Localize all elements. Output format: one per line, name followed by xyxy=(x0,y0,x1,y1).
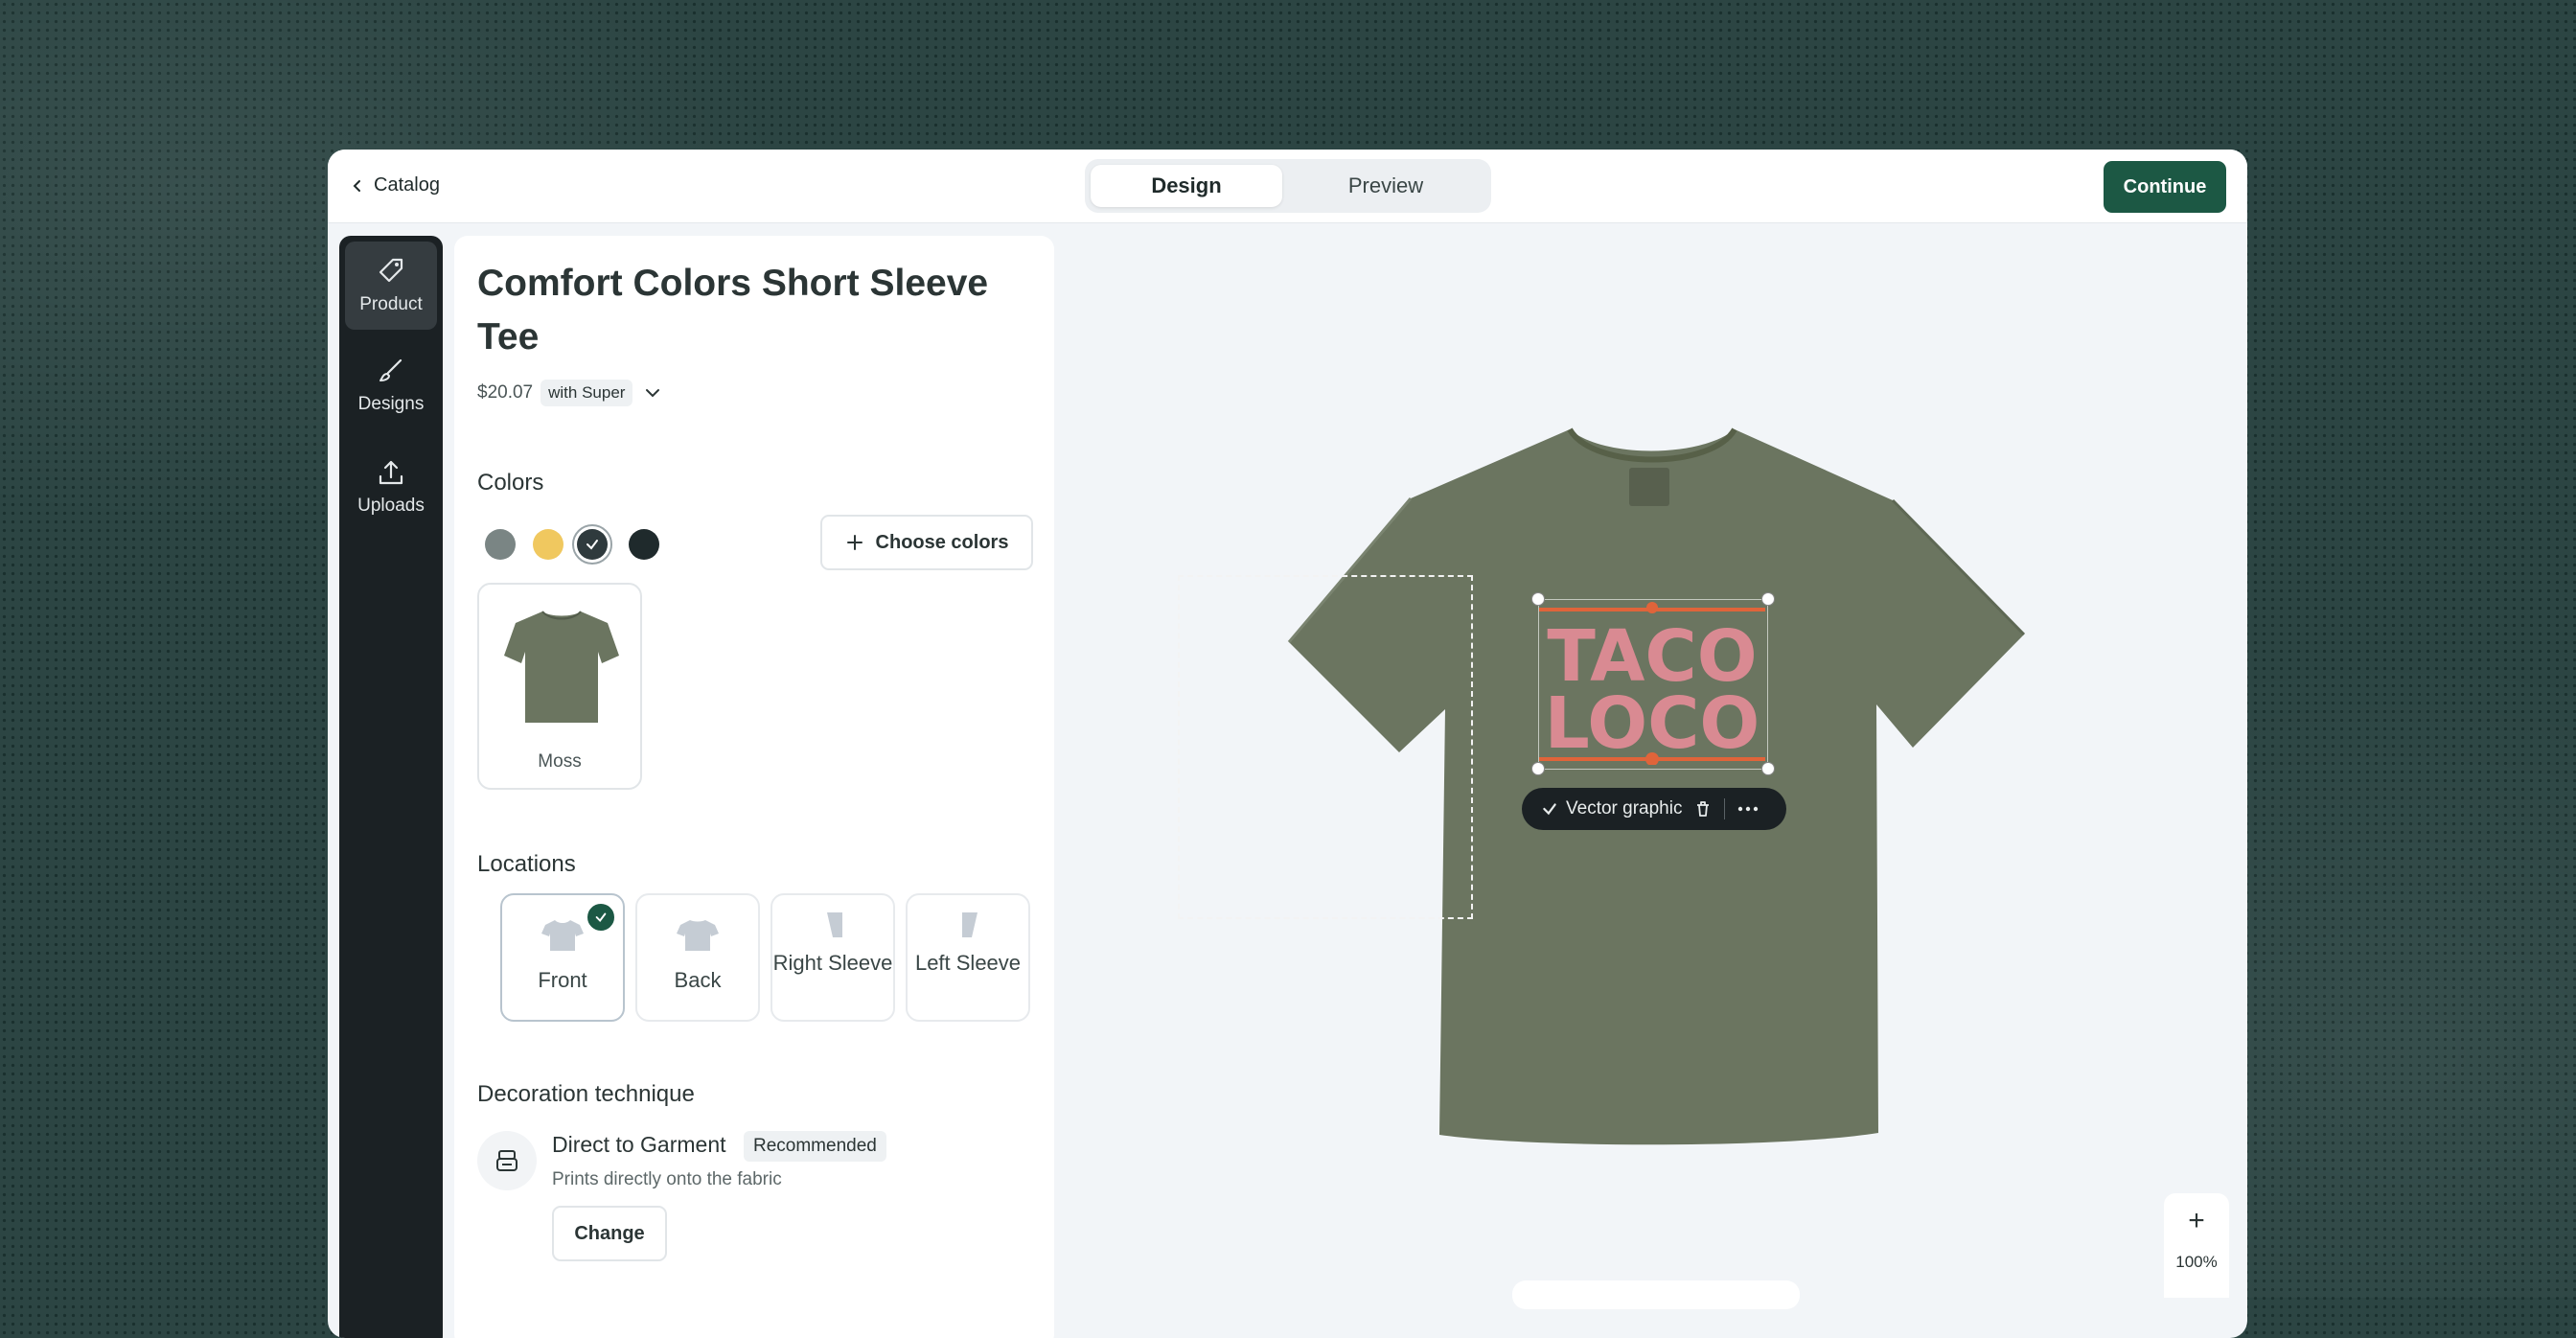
resize-handle-bottom-left[interactable] xyxy=(1531,762,1545,775)
resize-handle-top-left[interactable] xyxy=(1531,592,1545,606)
resize-handle-top-right[interactable] xyxy=(1761,592,1775,606)
toolbar-divider xyxy=(1724,798,1726,819)
toolbar-label[interactable]: Vector graphic xyxy=(1566,798,1682,819)
selection-toolbar: Vector graphic xyxy=(1522,788,1786,830)
zoom-level: 100% xyxy=(2175,1253,2218,1271)
check-icon xyxy=(1543,803,1556,816)
more-options-icon[interactable] xyxy=(1736,799,1760,819)
zoom-in-button[interactable]: + xyxy=(2164,1205,2229,1237)
selection-frame xyxy=(1538,599,1768,770)
resize-handle-bottom-right[interactable] xyxy=(1761,762,1775,775)
print-area-boundary xyxy=(1178,575,1473,919)
bottom-toolbar xyxy=(1512,1280,1800,1309)
zoom-control: + 100% xyxy=(2164,1193,2229,1298)
trash-icon[interactable] xyxy=(1693,799,1713,819)
